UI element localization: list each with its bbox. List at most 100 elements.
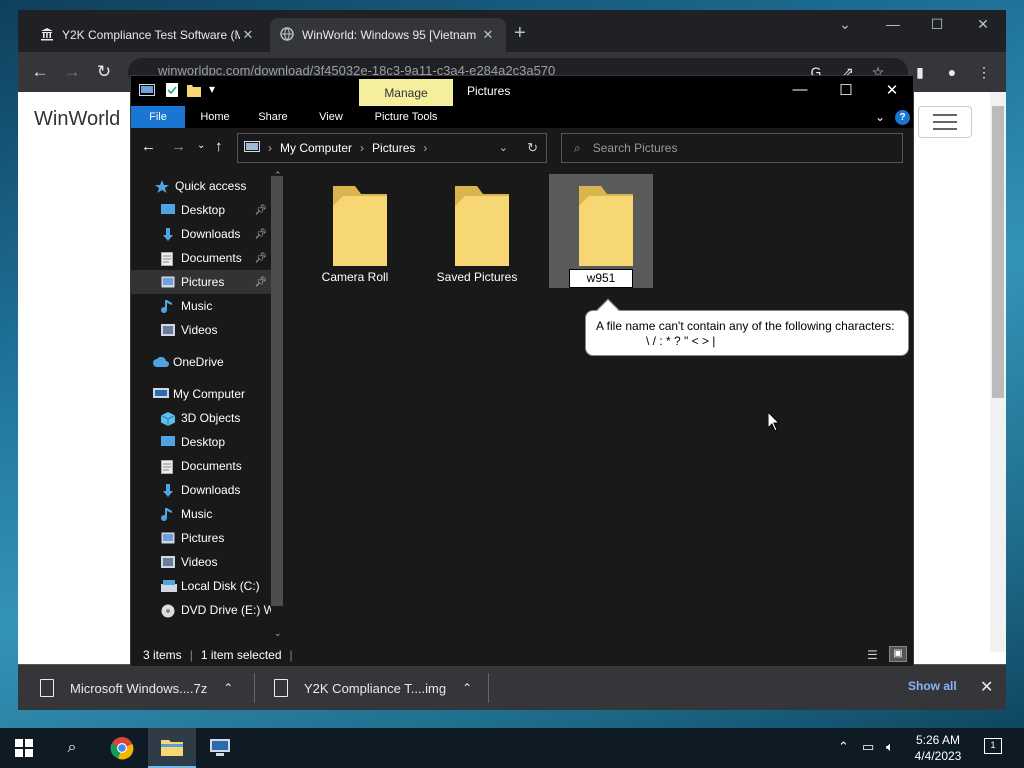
rename-input[interactable]: w951 [569,269,633,288]
download-item[interactable]: Y2K Compliance T....img ⌃ [274,675,472,701]
ribbon-expand-icon[interactable]: ⌄ [875,110,885,124]
search-input[interactable]: ⌕ Search Pictures [561,133,903,163]
nav-item-videos[interactable]: Videos [131,550,271,574]
tab-share[interactable]: Share [251,106,295,128]
hamburger-menu-icon[interactable] [918,106,972,138]
divider: | [189,648,193,662]
download-item[interactable]: Microsoft Windows....7z ⌃ [40,675,233,701]
nav-item-music[interactable]: Music [131,294,271,318]
forward-icon[interactable]: → [60,60,84,84]
pictures-icon [161,276,175,288]
file-icon [40,679,54,697]
folder-saved-pictures[interactable]: Saved Pictures [425,174,529,288]
nav-item-downloads[interactable]: Downloads 📌︎ [131,222,271,246]
chrome-taskbar-button[interactable] [98,728,146,768]
new-tab-button[interactable]: + [514,22,526,45]
nav-item-3d-objects[interactable]: 3D Objects [131,406,271,430]
tab-view[interactable]: View [309,106,353,128]
download-icon [161,228,175,241]
details-view-icon[interactable]: ☰ [867,648,878,662]
nav-item-documents[interactable]: Documents [131,454,271,478]
search-icon[interactable]: ⌕ [48,728,96,768]
minimize-icon[interactable]: — [878,16,908,40]
nav-item-label: OneDrive [173,355,224,369]
profile-icon[interactable]: ● [940,60,964,84]
show-hidden-icons-icon[interactable]: ⌃ [838,739,849,755]
nav-item-local-disk-c[interactable]: Local Disk (C:) [131,574,271,598]
tab-file[interactable]: File [131,106,185,128]
nav-item-onedrive[interactable]: OneDrive [131,350,271,374]
breadcrumb-pictures[interactable]: Pictures [372,141,415,155]
nav-item-desktop[interactable]: Desktop [131,430,271,454]
site-logo[interactable]: WinWorld [34,108,120,131]
file-explorer-taskbar-button[interactable] [148,728,196,768]
folder-camera-roll[interactable]: Camera Roll [303,174,407,288]
download-filename: Microsoft Windows....7z [70,680,208,696]
close-icon[interactable]: ✕ [980,677,993,697]
nav-item-label: Pictures [181,531,225,545]
address-bar[interactable]: › My Computer › Pictures › ⌄ ↻ [237,133,547,163]
scroll-up-icon[interactable]: ⌃ [274,170,282,181]
close-tab-icon[interactable]: ✕ [480,27,496,43]
minimize-icon[interactable]: — [777,81,823,98]
show-all-button[interactable]: Show all [908,679,957,693]
nav-item-label: Local Disk (C:) [181,579,260,593]
manage-tab[interactable]: Manage [359,79,453,106]
nav-item-pictures[interactable]: Pictures [131,526,271,550]
new-folder-icon[interactable] [187,83,201,100]
nav-item-quick-access[interactable]: Quick access [131,174,271,198]
tab-title: WinWorld: Windows 95 [Vietnam [302,28,477,42]
mouse-cursor-icon [767,410,781,435]
scrollbar-thumb[interactable] [992,106,1004,398]
breadcrumb-my-computer[interactable]: My Computer [280,141,352,155]
close-tab-icon[interactable]: ✕ [240,27,256,43]
nav-item-music[interactable]: Music [131,502,271,526]
nav-item-dvd-drive-e-w[interactable]: DVD Drive (E:) W [131,598,271,622]
nav-item-videos[interactable]: Videos [131,318,271,342]
notifications-icon[interactable]: 1 [984,738,1002,754]
chevron-up-icon[interactable]: ⌃ [223,681,233,695]
back-icon[interactable]: ← [141,138,156,155]
back-icon[interactable]: ← [28,60,52,84]
folder-w951[interactable]: w951 [549,174,653,288]
scroll-down-icon[interactable]: ⌄ [274,628,282,639]
tooltip-message: A file name can't contain any of the fol… [596,319,895,333]
nav-item-desktop[interactable]: Desktop 📌︎ [131,198,271,222]
close-icon[interactable]: ✕ [869,81,915,99]
maximize-icon[interactable]: ☐ [823,81,869,99]
reload-icon[interactable]: ↻ [92,60,116,84]
nav-scrollbar[interactable] [271,176,283,606]
help-icon[interactable]: ? [895,110,910,125]
nav-item-my-computer[interactable]: My Computer [131,382,271,406]
chevron-up-icon[interactable]: ⌃ [462,681,472,695]
nav-item-pictures[interactable]: Pictures 📌︎ [131,270,271,294]
chevron-down-icon[interactable]: ⌄ [830,16,860,40]
clock[interactable]: 5:26 AM 4/4/2023 [910,732,966,764]
forward-icon[interactable]: → [171,138,186,155]
maximize-icon[interactable]: ☐ [922,16,952,40]
nav-item-downloads[interactable]: Downloads [131,478,271,502]
up-icon[interactable]: ↑ [215,138,223,155]
close-icon[interactable]: ✕ [968,16,998,40]
star-icon [155,180,169,193]
tab-y2k[interactable]: Y2K Compliance Test Software (M ✕ [30,18,266,52]
explorer-titlebar: ▾ Manage Pictures — ☐ ✕ [131,76,913,106]
document-icon [161,460,175,474]
properties-icon[interactable] [165,82,179,101]
nav-item-documents[interactable]: Documents 📌︎ [131,246,271,270]
chevron-down-icon[interactable]: ⌄ [499,141,508,154]
tab-home[interactable]: Home [193,106,237,128]
folder-icon [455,186,509,266]
tab-winworld[interactable]: WinWorld: Windows 95 [Vietnam ✕ [270,18,506,52]
tab-picture-tools[interactable]: Picture Tools [363,106,449,128]
folder-name: Saved Pictures [436,270,518,284]
menu-dots-icon[interactable]: ⋮ [972,60,996,84]
volume-icon[interactable]: 🔈︎ [886,739,894,755]
customize-toolbar-icon[interactable]: ▾ [209,82,215,96]
large-icons-view-icon[interactable]: ▣ [889,646,907,662]
network-icon[interactable]: ▭ [862,739,874,755]
refresh-icon[interactable]: ↻ [527,140,538,156]
start-button[interactable] [0,728,48,768]
recent-locations-icon[interactable]: ⌄ [197,140,205,151]
virtual-machine-taskbar-button[interactable] [196,728,244,768]
